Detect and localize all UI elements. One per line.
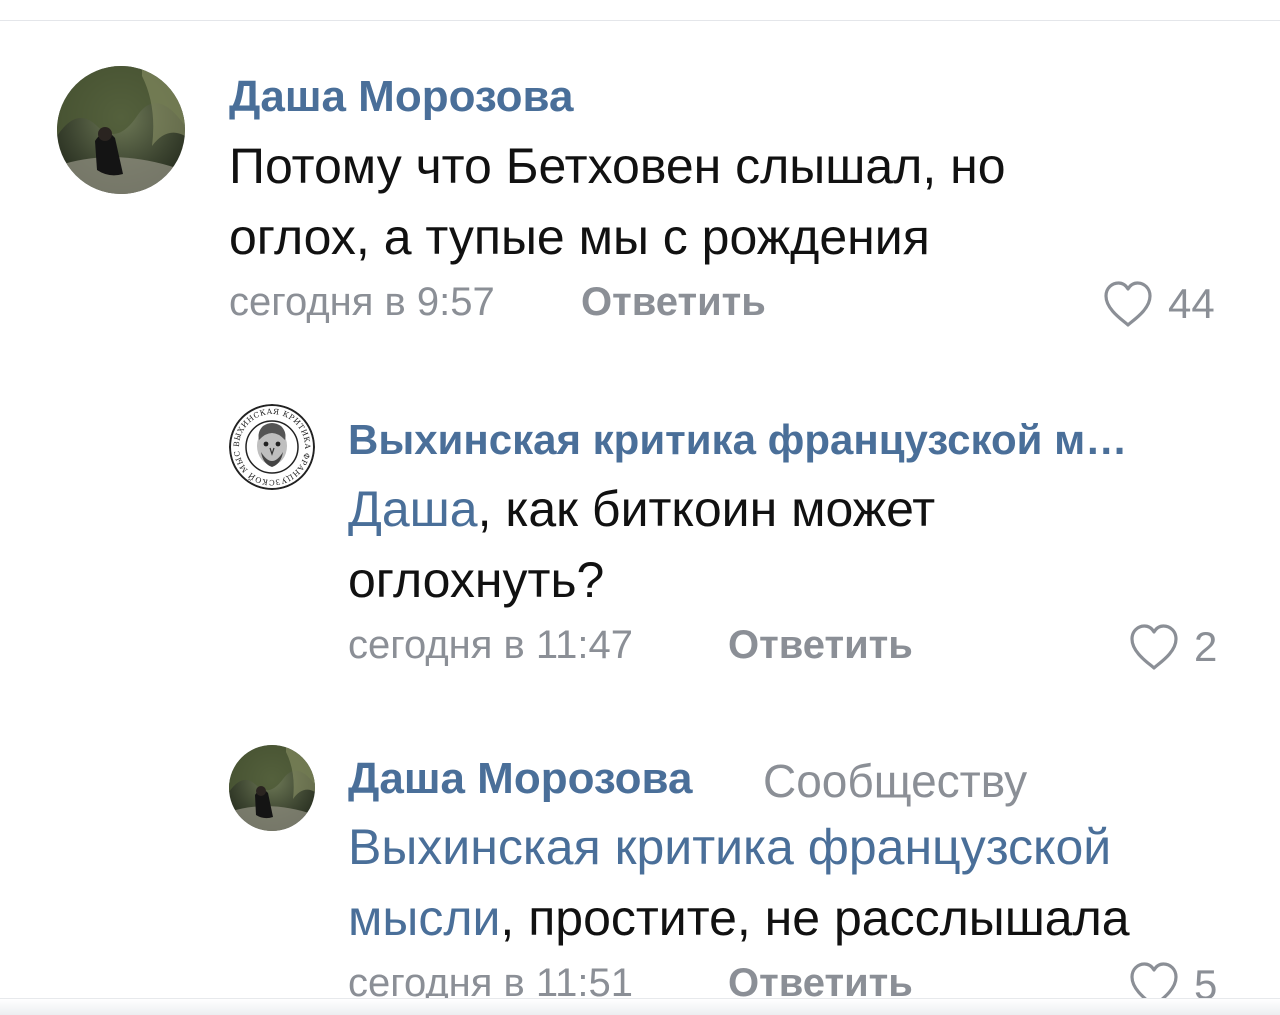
comment-body: , простите, не расслышала — [500, 890, 1130, 946]
comment-author[interactable]: Даша Морозова — [348, 754, 692, 804]
heart-outline-icon — [1102, 280, 1154, 328]
comment-timestamp: сегодня в 11:47 — [348, 623, 634, 667]
comment-text: Выхинская критика французской мысли, про… — [348, 812, 1208, 954]
avatar[interactable]: ВЫХИНСКАЯ КРИТИКА ФРАНЦУЗСКОЙ МЫСЛИ — [229, 404, 315, 490]
comment-text: Потому что Бетховен слышал, но оглох, а … — [229, 138, 1006, 265]
comment: Даша Морозова Сообществу Выхинская крити… — [0, 700, 1280, 1014]
like-count: 44 — [1168, 280, 1215, 327]
comment-text: Даша, как биткоин может оглохнуть? — [348, 474, 1048, 616]
like-count: 2 — [1194, 623, 1218, 670]
comment-author[interactable]: Даша Морозова — [229, 72, 573, 122]
comment-author[interactable]: Выхинская критика французской м… — [348, 416, 1127, 464]
target-label: Сообществу — [763, 755, 1028, 807]
heart-outline-icon — [1128, 623, 1180, 671]
avatar[interactable] — [57, 66, 185, 194]
comment-timestamp: сегодня в 9:57 — [229, 280, 495, 324]
comment: ВЫХИНСКАЯ КРИТИКА ФРАНЦУЗСКОЙ МЫСЛИ Выхи… — [0, 340, 1280, 700]
mention-link[interactable]: Даша — [348, 481, 478, 537]
bottom-bar-edge — [0, 998, 1280, 1015]
like-button[interactable]: 44 — [1102, 280, 1215, 328]
comment: Даша Морозова Потому что Бетховен слышал… — [0, 0, 1280, 340]
reply-button[interactable]: Ответить — [581, 280, 766, 325]
reply-button[interactable]: Ответить — [728, 623, 913, 668]
like-button[interactable]: 2 — [1128, 623, 1217, 671]
avatar[interactable] — [229, 745, 315, 831]
